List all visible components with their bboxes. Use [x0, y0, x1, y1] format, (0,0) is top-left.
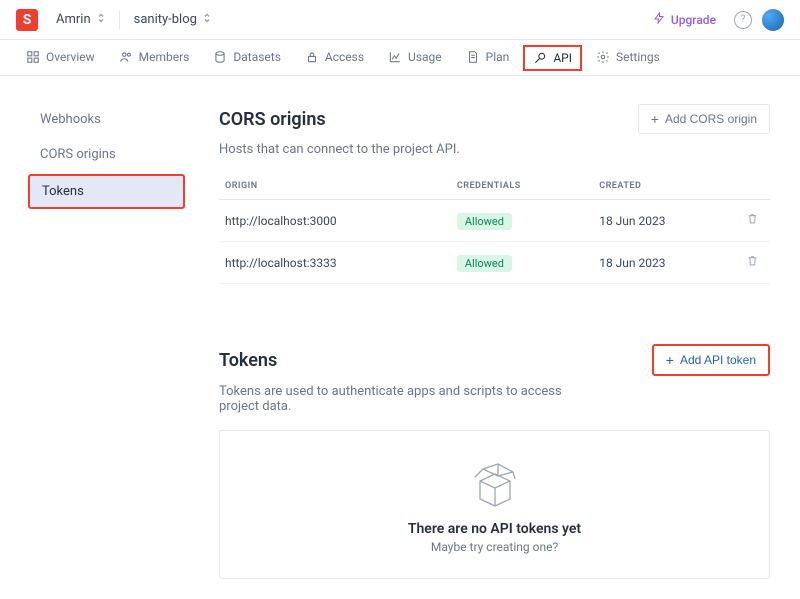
credentials-badge: Allowed [457, 255, 512, 272]
project-crumb[interactable]: sanity-blog [126, 8, 219, 31]
col-created: CREATED [593, 173, 740, 200]
chevron-updown-icon [97, 12, 105, 27]
cell-created: 18 Jun 2023 [593, 242, 740, 284]
access-icon [305, 50, 319, 64]
tabs-nav: Overview Members Datasets Access Usage P… [0, 40, 800, 76]
credentials-badge: Allowed [457, 213, 512, 230]
chevron-updown-icon [203, 12, 211, 27]
settings-icon [596, 50, 610, 64]
plus-icon: + [651, 112, 659, 126]
separator [119, 11, 120, 29]
upgrade-label: Upgrade [671, 13, 716, 27]
empty-title: There are no API tokens yet [240, 521, 749, 537]
main-content: CORS origins + Add CORS origin Hosts tha… [195, 76, 800, 599]
cors-title: CORS origins [219, 109, 326, 130]
add-token-label: Add API token [680, 353, 756, 367]
tab-label: Settings [616, 50, 660, 64]
tab-label: API [553, 51, 572, 65]
tab-plan[interactable]: Plan [456, 40, 520, 76]
plus-icon: + [666, 353, 674, 367]
cors-table: ORIGIN CREDENTIALS CREATED http://localh… [219, 173, 770, 284]
tab-members[interactable]: Members [109, 40, 200, 76]
tab-overview[interactable]: Overview [16, 40, 105, 76]
cell-origin: http://localhost:3000 [219, 200, 451, 242]
tab-access[interactable]: Access [295, 40, 374, 76]
sidebar-item-cors[interactable]: CORS origins [28, 139, 195, 170]
upgrade-button[interactable]: Upgrade [645, 8, 724, 31]
bolt-icon [653, 12, 665, 27]
overview-icon [26, 50, 40, 64]
tab-label: Members [139, 50, 190, 64]
tab-label: Access [325, 50, 364, 64]
tab-label: Datasets [233, 50, 281, 64]
avatar[interactable] [762, 9, 784, 31]
add-cors-label: Add CORS origin [665, 112, 757, 126]
project-crumb-label: sanity-blog [134, 12, 197, 27]
add-cors-button[interactable]: + Add CORS origin [638, 104, 770, 134]
tab-api[interactable]: API [523, 45, 582, 71]
tab-label: Plan [486, 50, 510, 64]
cell-origin: http://localhost:3333 [219, 242, 451, 284]
user-crumb-label: Amrin [56, 12, 91, 27]
api-icon [533, 51, 547, 65]
plan-icon [466, 50, 480, 64]
box-icon [465, 461, 525, 511]
tab-label: Overview [46, 50, 95, 64]
col-credentials: CREDENTIALS [451, 173, 593, 200]
cell-created: 18 Jun 2023 [593, 200, 740, 242]
datasets-icon [213, 50, 227, 64]
tab-settings[interactable]: Settings [586, 40, 670, 76]
user-crumb[interactable]: Amrin [48, 8, 113, 31]
tokens-title: Tokens [219, 350, 277, 371]
sidebar-item-webhooks[interactable]: Webhooks [28, 104, 195, 135]
col-origin: ORIGIN [219, 173, 451, 200]
logo[interactable]: S [16, 9, 38, 31]
topbar: S Amrin sanity-blog Upgrade ? [0, 0, 800, 40]
usage-icon [388, 50, 402, 64]
help-icon[interactable]: ? [734, 11, 752, 29]
tokens-empty-state: There are no API tokens yet Maybe try cr… [219, 430, 770, 579]
sidebar: Webhooks CORS origins Tokens [0, 76, 195, 599]
sidebar-item-tokens[interactable]: Tokens [28, 174, 185, 209]
add-token-button[interactable]: + Add API token [652, 344, 770, 376]
cors-subtitle: Hosts that can connect to the project AP… [219, 142, 770, 157]
trash-icon[interactable] [746, 256, 759, 271]
trash-icon[interactable] [746, 214, 759, 229]
tokens-subtitle: Tokens are used to authenticate apps and… [219, 384, 599, 414]
tab-usage[interactable]: Usage [378, 40, 452, 76]
members-icon [119, 50, 133, 64]
table-row: http://localhost:3000 Allowed 18 Jun 202… [219, 200, 770, 242]
empty-subtitle: Maybe try creating one? [240, 540, 749, 554]
table-row: http://localhost:3333 Allowed 18 Jun 202… [219, 242, 770, 284]
tab-datasets[interactable]: Datasets [203, 40, 291, 76]
tab-label: Usage [408, 50, 442, 64]
